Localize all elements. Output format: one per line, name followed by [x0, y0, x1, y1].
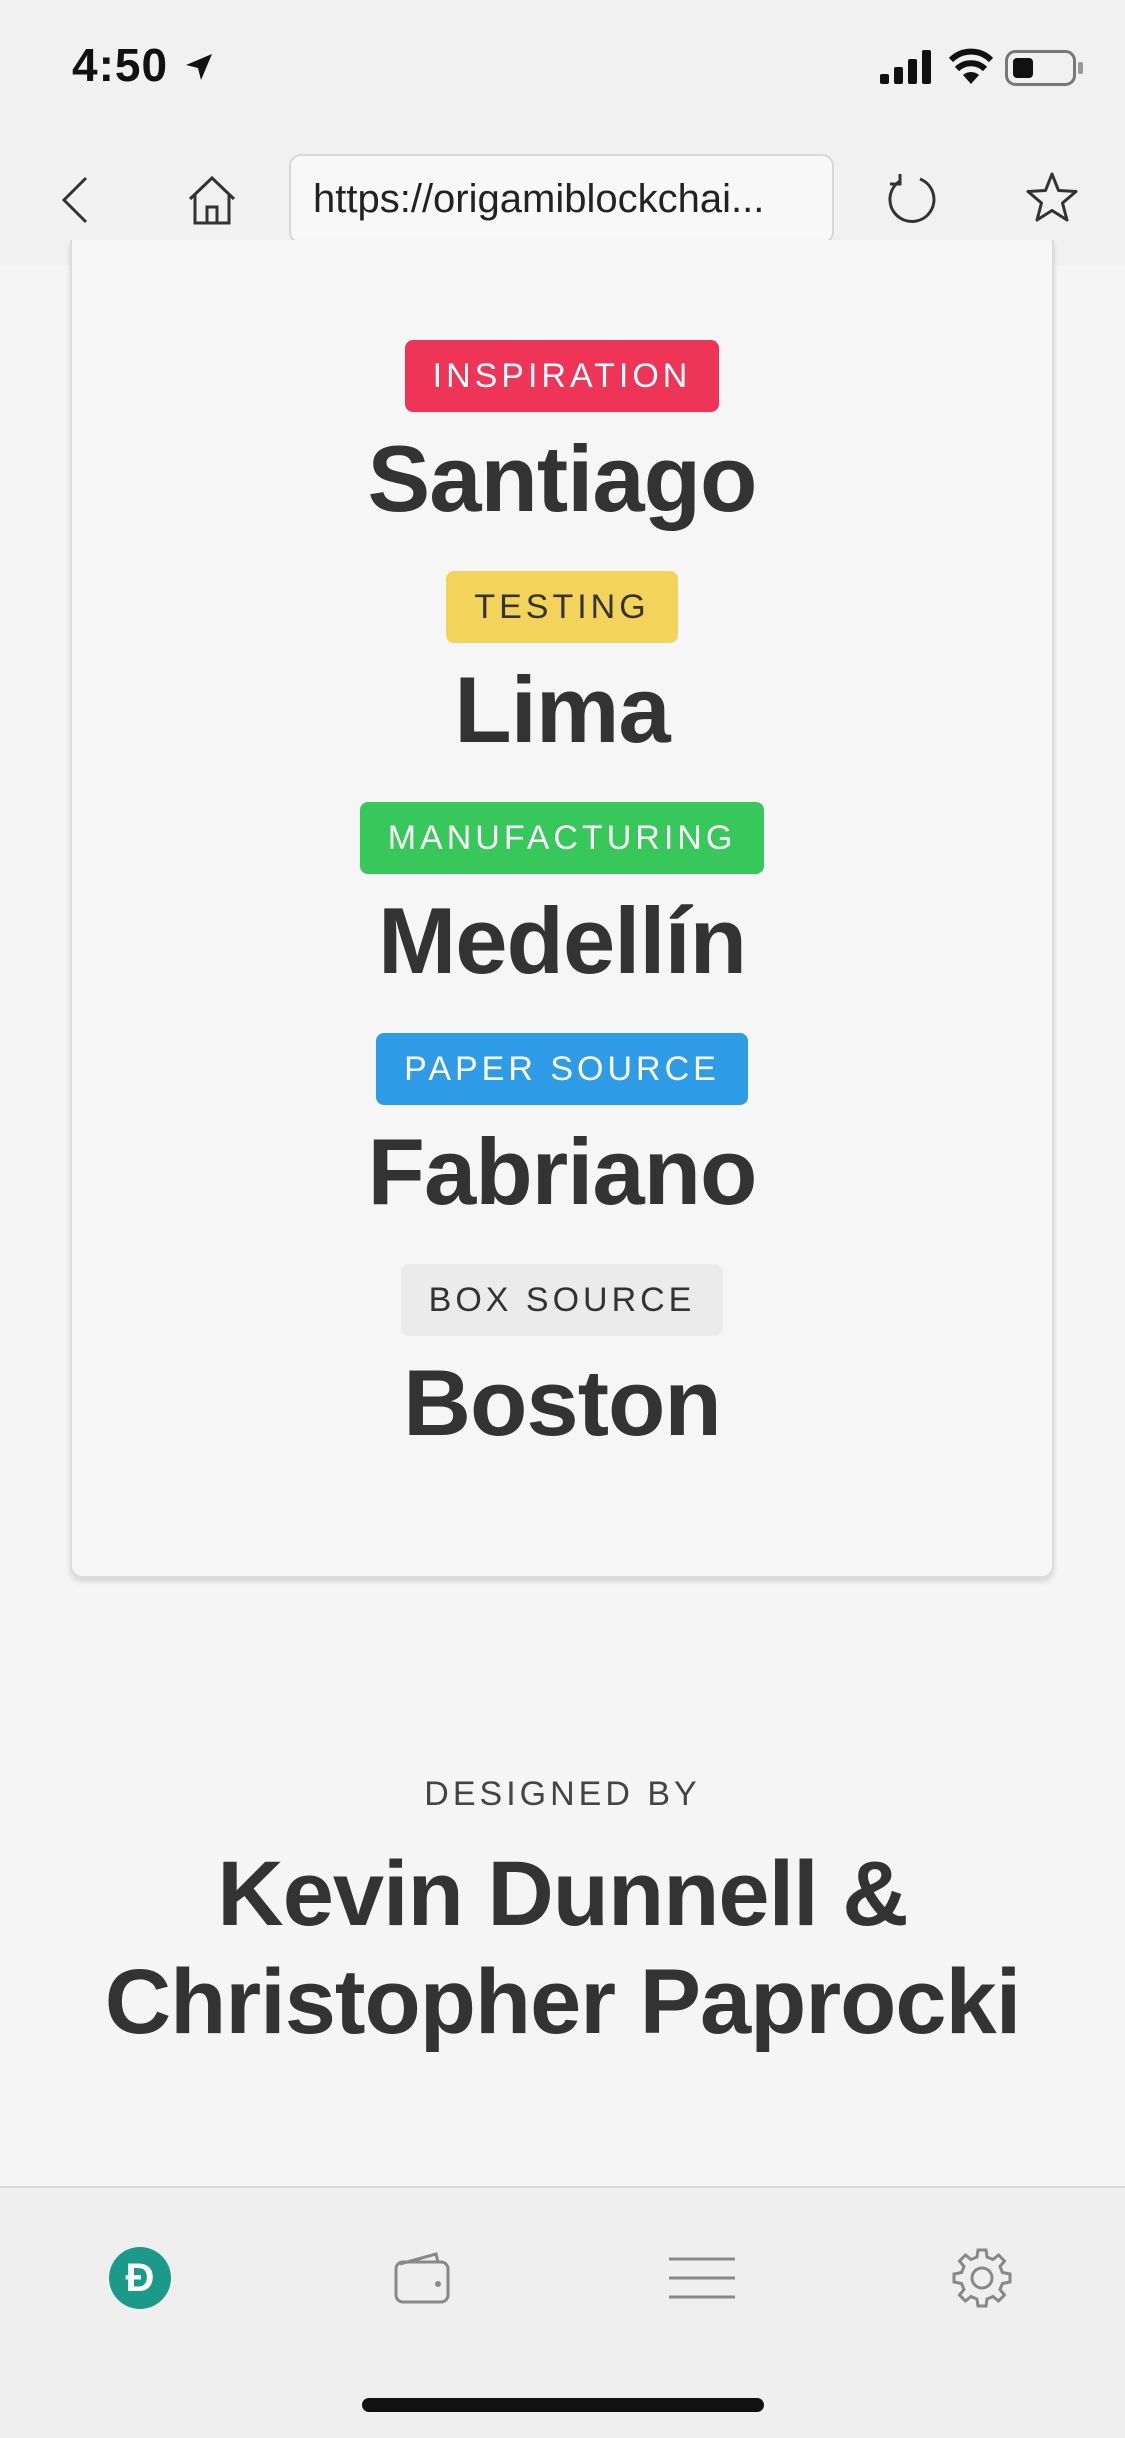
designers-names: Kevin Dunnell & Christopher Paprocki: [0, 1840, 1125, 2056]
location-tag: PAPER SOURCE: [376, 1033, 748, 1105]
location-city: Medellín: [377, 888, 747, 993]
bookmark-button[interactable]: [1020, 166, 1084, 230]
home-indicator[interactable]: [362, 2398, 764, 2412]
star-icon: [1026, 172, 1078, 222]
location-entry: PAPER SOURCE Fabriano: [72, 1033, 1052, 1227]
designer-line-2: Christopher Paprocki: [104, 1951, 1022, 2053]
location-entry: MANUFACTURING Medellín: [72, 802, 1052, 996]
designed-by-label: DESIGNED BY: [424, 1775, 701, 1813]
status-time: 4:50: [72, 39, 169, 91]
home-icon: [188, 175, 236, 225]
gear-icon: [952, 2248, 1012, 2308]
location-city: Boston: [403, 1350, 722, 1455]
location-city: Santiago: [367, 426, 758, 531]
location-entry: BOX SOURCE Boston: [72, 1264, 1052, 1458]
location-arrow-icon: [184, 52, 214, 87]
cellular-signal-icon: [880, 50, 936, 89]
location-tag: BOX SOURCE: [400, 1264, 724, 1336]
tab-settings[interactable]: [942, 2238, 1022, 2318]
dash-logo-icon: Đ: [109, 2247, 171, 2309]
wallet-icon: [394, 2252, 450, 2304]
location-city: Lima: [454, 657, 670, 762]
location-entry: INSPIRATION Santiago: [72, 340, 1052, 534]
reload-button[interactable]: [880, 168, 944, 232]
wifi-icon: [948, 46, 994, 89]
chevron-left-icon: [61, 176, 88, 224]
menu-icon: [669, 2257, 735, 2299]
tab-menu[interactable]: [662, 2238, 742, 2318]
battery-icon: [1005, 50, 1085, 91]
designer-line-1: Kevin Dunnell &: [217, 1843, 908, 1945]
locations-card: INSPIRATION Santiago TESTING Lima MANUFA…: [70, 240, 1054, 1578]
back-button[interactable]: [50, 170, 100, 230]
location-tag: TESTING: [446, 571, 678, 643]
status-bar: 4:50: [0, 0, 1125, 140]
location-entry: TESTING Lima: [72, 571, 1052, 765]
location-tag: MANUFACTURING: [359, 802, 765, 874]
home-button[interactable]: [180, 168, 244, 232]
location-city: Fabriano: [367, 1119, 758, 1224]
url-field[interactable]: https://origamiblockchai...: [289, 154, 834, 244]
tab-wallet[interactable]: [382, 2238, 462, 2318]
reload-icon: [888, 174, 936, 223]
tab-home[interactable]: Đ: [100, 2238, 180, 2318]
location-tag: INSPIRATION: [404, 340, 720, 412]
